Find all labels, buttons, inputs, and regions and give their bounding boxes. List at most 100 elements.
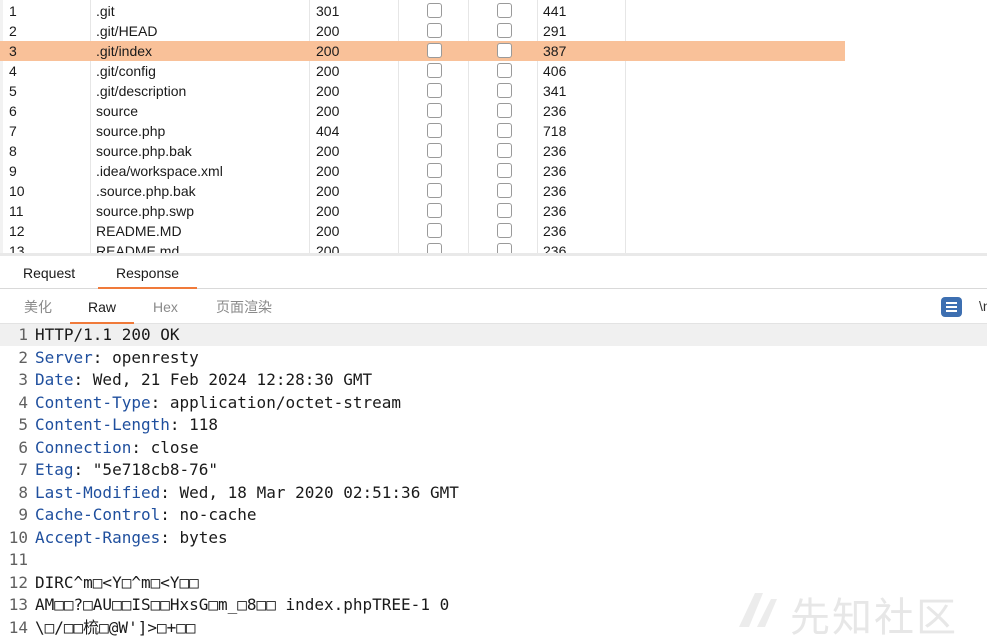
line-number: 7 bbox=[18, 460, 28, 479]
row-checkbox[interactable] bbox=[497, 63, 512, 78]
row-checkbox[interactable] bbox=[427, 3, 442, 18]
table-row[interactable]: 8 source.php.bak 200 236 bbox=[0, 141, 845, 161]
word-wrap-button[interactable] bbox=[941, 297, 962, 317]
row-status: 200 bbox=[316, 223, 340, 239]
row-number: 1 bbox=[9, 3, 17, 19]
row-checkbox[interactable] bbox=[497, 123, 512, 138]
header-name: Content-Length bbox=[35, 415, 170, 434]
line-text: Last-Modified: Wed, 18 Mar 2020 02:51:36… bbox=[35, 482, 459, 504]
row-number: 5 bbox=[9, 83, 17, 99]
row-number: 6 bbox=[9, 103, 17, 119]
row-checkbox[interactable] bbox=[497, 103, 512, 118]
row-checkbox[interactable] bbox=[427, 83, 442, 98]
row-checkbox[interactable] bbox=[497, 243, 512, 253]
editor-line: 3 Date: Wed, 21 Feb 2024 12:28:30 GMT bbox=[0, 369, 987, 391]
row-checkbox[interactable] bbox=[427, 63, 442, 78]
row-path: README.md bbox=[96, 243, 180, 253]
line-text: \□/□□梳□@W']>□+□□ bbox=[35, 617, 196, 639]
table-row[interactable]: 1 .git 301 441 bbox=[0, 1, 845, 21]
line-number: 6 bbox=[18, 437, 28, 457]
editor-line: 7 Etag: "5e718cb8-76" bbox=[0, 459, 987, 481]
row-number: 9 bbox=[9, 163, 17, 179]
line-text: AM□□?□AU□□IS□□HxsG□m_□8□□ index.phpTREE-… bbox=[35, 594, 449, 616]
row-checkbox[interactable] bbox=[497, 223, 512, 238]
row-checkbox[interactable] bbox=[427, 163, 442, 178]
row-path: source bbox=[96, 103, 139, 119]
row-checkbox[interactable] bbox=[427, 143, 442, 158]
editor-line: 1 HTTP/1.1 200 OK bbox=[0, 324, 987, 346]
tab-request[interactable]: Request bbox=[23, 256, 75, 288]
row-checkbox[interactable] bbox=[427, 23, 442, 38]
row-checkbox[interactable] bbox=[497, 23, 512, 38]
table-row[interactable]: 4 .git/config 200 406 bbox=[0, 61, 845, 81]
line-number: 1 bbox=[18, 325, 28, 344]
row-length: 236 bbox=[543, 163, 567, 179]
row-checkbox[interactable] bbox=[427, 123, 442, 138]
editor-line: 6 Connection: close bbox=[0, 437, 987, 459]
row-status: 200 bbox=[316, 43, 340, 59]
header-name: Cache-Control bbox=[35, 505, 161, 524]
table-row[interactable]: 9 .idea/workspace.xml 200 236 bbox=[0, 161, 845, 181]
tab-raw[interactable]: Raw bbox=[70, 289, 134, 324]
line-text: DIRC^m□<Y□^m□<Y□□ bbox=[35, 572, 199, 594]
view-tabs: 美化 Raw Hex 页面渲染 bbox=[0, 289, 987, 324]
header-value: : "5e718cb8-76" bbox=[73, 460, 219, 479]
row-length: 387 bbox=[543, 43, 567, 59]
line-number: 8 bbox=[18, 482, 28, 502]
line-number: 10 bbox=[8, 527, 28, 547]
row-path: .git bbox=[96, 3, 115, 19]
header-name: Server bbox=[35, 347, 93, 367]
row-length: 236 bbox=[543, 103, 567, 119]
table-row[interactable]: 2 .git/HEAD 200 291 bbox=[0, 21, 845, 41]
row-checkbox[interactable] bbox=[497, 43, 512, 58]
row-checkbox[interactable] bbox=[497, 163, 512, 178]
row-checkbox[interactable] bbox=[497, 3, 512, 18]
row-checkbox[interactable] bbox=[497, 83, 512, 98]
header-name: Content-Type bbox=[35, 392, 151, 412]
row-checkbox[interactable] bbox=[427, 43, 442, 58]
newline-toggle-button[interactable]: \n bbox=[979, 298, 987, 314]
table-row[interactable]: 3 .git/index 200 387 bbox=[0, 41, 845, 61]
editor-line: 10 Accept-Ranges: bytes bbox=[0, 527, 987, 549]
editor-line: 2 Server: openresty bbox=[0, 347, 987, 369]
tab-pretty[interactable]: 美化 bbox=[24, 289, 52, 323]
line-number: 12 bbox=[8, 572, 28, 592]
table-row[interactable]: 6 source 200 236 bbox=[0, 101, 845, 121]
editor-line: 5 Content-Length: 118 bbox=[0, 414, 987, 436]
header-value: : bytes bbox=[160, 527, 228, 547]
row-checkbox[interactable] bbox=[497, 203, 512, 218]
row-path: source.php.bak bbox=[96, 143, 192, 159]
line-text: Date: Wed, 21 Feb 2024 12:28:30 GMT bbox=[35, 369, 372, 391]
table-row[interactable]: 11 source.php.swp 200 236 bbox=[0, 201, 845, 221]
header-value: : 118 bbox=[169, 415, 219, 434]
row-checkbox[interactable] bbox=[427, 203, 442, 218]
row-checkbox[interactable] bbox=[497, 183, 512, 198]
row-path: source.php bbox=[96, 123, 166, 139]
row-length: 441 bbox=[543, 3, 567, 19]
wrap-lines-icon bbox=[946, 301, 957, 313]
line-text: Accept-Ranges: bytes bbox=[35, 527, 228, 549]
row-length: 718 bbox=[543, 123, 567, 139]
line-number: 11 bbox=[8, 550, 28, 569]
editor-line: 9 Cache-Control: no-cache bbox=[0, 504, 987, 526]
table-row[interactable]: 7 source.php 404 718 bbox=[0, 121, 845, 141]
row-path: .git/description bbox=[96, 83, 187, 99]
line-number: 4 bbox=[18, 392, 28, 412]
row-checkbox[interactable] bbox=[497, 143, 512, 158]
table-row[interactable]: 10 .source.php.bak 200 236 bbox=[0, 181, 845, 201]
row-status: 200 bbox=[316, 23, 340, 39]
table-row[interactable]: 5 .git/description 200 341 bbox=[0, 81, 845, 101]
row-checkbox[interactable] bbox=[427, 243, 442, 253]
tab-hex[interactable]: Hex bbox=[153, 289, 178, 323]
row-length: 341 bbox=[543, 83, 567, 99]
tab-render[interactable]: 页面渲染 bbox=[216, 289, 272, 323]
row-checkbox[interactable] bbox=[427, 103, 442, 118]
table-row[interactable]: 12 README.MD 200 236 bbox=[0, 221, 845, 241]
row-checkbox[interactable] bbox=[427, 183, 442, 198]
tab-response[interactable]: Response bbox=[98, 256, 198, 289]
table-row[interactable]: 13 README.md 200 236 bbox=[0, 241, 845, 253]
message-tabs: Request Response bbox=[0, 256, 987, 289]
row-path: .git/config bbox=[96, 63, 156, 79]
row-checkbox[interactable] bbox=[427, 223, 442, 238]
line-number: 2 bbox=[18, 347, 28, 367]
